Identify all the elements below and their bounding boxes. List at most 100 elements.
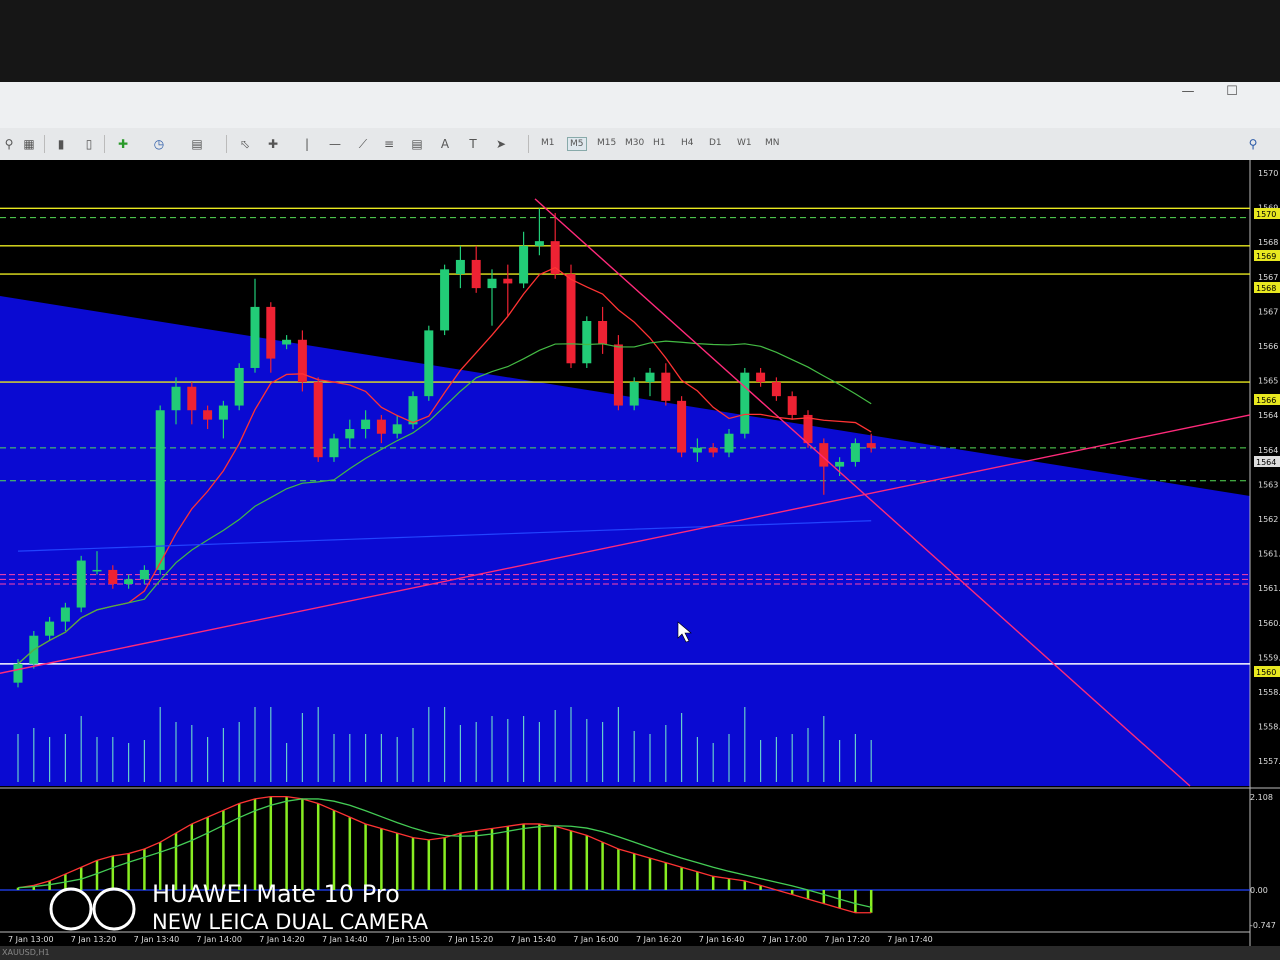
candle-body [519,245,529,284]
time-axis-label: 7 Jan 14:20 [259,935,305,944]
candle-body [440,269,450,331]
candle-body [835,461,845,467]
macd-group [16,796,873,913]
candle-body [455,259,465,275]
candle-body [629,382,639,406]
candle-body [108,569,118,585]
text-label-icon[interactable]: T [464,136,482,152]
time-axis-label: 7 Jan 13:00 [8,935,54,944]
maximize-button[interactable]: ☐ [1220,84,1244,102]
watermark-camera: NEW LEICA DUAL CAMERA [152,910,429,934]
timeframe-h1[interactable]: H1 [651,137,668,149]
candle-body [45,621,55,636]
candle-body [661,372,671,401]
price-axis-label: 1557.4 [1258,757,1280,766]
timeframe-w1[interactable]: W1 [735,137,754,149]
candle-body [218,405,228,420]
new-order-icon[interactable]: ✚ [114,136,132,152]
timeframe-m30[interactable]: M30 [623,137,646,149]
candle-body [692,447,702,453]
zoom-icon[interactable]: ⚲ [0,136,18,152]
clock-icon[interactable]: ◷ [150,136,168,152]
candle-body [282,339,292,345]
time-axis-label: 7 Jan 15:00 [385,935,431,944]
channel-icon[interactable]: ▤ [408,136,426,152]
trendline-icon[interactable]: ⟋ [354,136,372,152]
price-axis-label: 1568 [1258,238,1278,247]
candle-body [471,259,481,289]
price-axis-label: 1570 [1258,169,1278,178]
time-axis-label: 7 Jan 16:20 [636,935,682,944]
time-axis-label: 7 Jan 17:20 [824,935,870,944]
price-axis-label: 1564 [1258,411,1278,420]
candle-body [803,414,813,444]
timeframe-m15[interactable]: M15 [595,137,618,149]
time-axis-label: 7 Jan 14:40 [322,935,368,944]
timeframe-mn[interactable]: MN [763,137,782,149]
candle-body [60,607,70,622]
timeframe-d1[interactable]: D1 [707,137,724,149]
candle-body [266,306,276,359]
toolbar: ⚲ ▦ ▮ ▯ ✚ ◷ ▤ ⬁ ✚ | — ⟋ ≡ ▤ A T ➤ M1 M5 M1… [0,128,1280,161]
fibonacci-icon[interactable]: ≡ [380,136,398,152]
time-axis-label: 7 Jan 14:00 [196,935,242,944]
candle-body [645,372,655,383]
time-axis-label: 7 Jan 16:40 [699,935,745,944]
candle-body [677,400,687,453]
price-axis-label: 1561.2 [1258,584,1280,593]
candle-body [392,424,402,434]
toolbar-separator [104,135,105,153]
template-icon[interactable]: ▤ [188,136,206,152]
minimize-button[interactable]: — [1176,84,1200,102]
chart-window: 1570 1569 1568 1567 1567 1566 1565 1564 1564 1563… [0,160,1280,946]
toolbar-separator [226,135,227,153]
price-tag-label: 1569 [1256,252,1276,261]
symbol-tab[interactable]: XAUUSD,H1 [2,948,50,957]
text-icon[interactable]: A [436,136,454,152]
candle-body [708,447,718,453]
vertical-line-icon[interactable]: | [298,136,316,152]
price-axis-label: 1567 [1258,307,1278,316]
price-tag-label: 1566 [1256,396,1276,405]
macd-axis-label: 2.108 [1250,793,1273,802]
time-axis-label: 7 Jan 16:00 [573,935,619,944]
candles-icon[interactable]: ▯ [80,136,98,152]
candle-body [740,372,750,434]
candle-body [503,278,513,284]
candle-body [76,560,86,608]
camera-watermark-logo [49,887,136,931]
candle-body [313,382,323,458]
price-axis-label: 1562 [1258,515,1278,524]
timeframe-h4[interactable]: H4 [679,137,696,149]
candle-body [582,321,592,364]
candle-body [171,386,181,411]
candle-body [187,386,197,411]
toolbar-separator [44,135,45,153]
candle-body [361,419,371,430]
timeframe-m5[interactable]: M5 [567,137,587,151]
price-tag-label: 1560 [1256,668,1276,677]
crosshair-icon[interactable]: ✚ [264,136,282,152]
time-axis-label: 7 Jan 17:00 [762,935,808,944]
timeframe-m1[interactable]: M1 [539,137,557,149]
price-chart[interactable]: 1570 1569 1568 1567 1567 1566 1565 1564 1564 1563… [0,160,1280,946]
candle-body [376,419,386,434]
price-tag-label: 1570 [1256,210,1276,219]
time-axis-label: 7 Jan 15:40 [510,935,556,944]
arrows-icon[interactable]: ➤ [492,136,510,152]
price-tag-label: 1564 [1256,458,1276,467]
tile-windows-icon[interactable]: ▦ [20,136,38,152]
cursor-icon[interactable]: ⬁ [236,136,254,152]
price-axis-label: 1566 [1258,342,1278,351]
time-axis-label: 7 Jan 17:40 [887,935,933,944]
candle-body [408,396,418,425]
search-icon[interactable]: ⚲ [1244,136,1262,152]
time-axis-label: 7 Jan 15:20 [448,935,494,944]
bar-chart-icon[interactable]: ▮ [52,136,70,152]
candle-body [787,396,797,415]
candle-body [566,274,576,364]
candle-body [124,579,134,585]
candle-body [534,241,544,246]
price-axis-label: 1559.7 [1258,653,1280,662]
horizontal-line-icon[interactable]: — [326,136,344,152]
